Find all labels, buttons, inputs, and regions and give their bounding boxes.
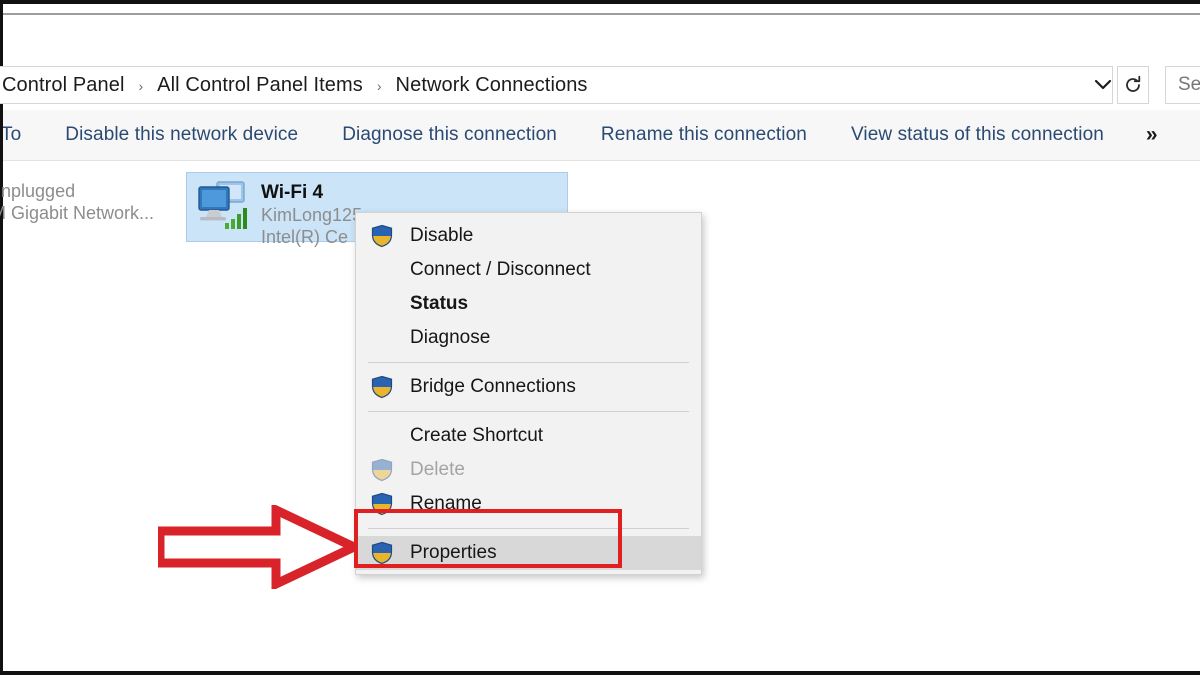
- toolbar-item-view-status-of-this-connection[interactable]: View status of this connection: [829, 124, 1126, 146]
- screenshot-root: Control Panel › All Control Panel Items …: [0, 0, 1200, 675]
- menu-separator: [368, 411, 689, 412]
- menu-item-status[interactable]: Status: [356, 287, 701, 321]
- toolbar-item-diagnose-this-connection[interactable]: Diagnose this connection: [320, 124, 579, 146]
- search-placeholder-text: Sea: [1178, 74, 1200, 96]
- context-menu: Disable Connect / Disconnect Status Diag…: [355, 212, 702, 575]
- menu-item-label: Disable: [410, 225, 473, 247]
- breadcrumb-item-network-connections[interactable]: Network Connections: [394, 74, 590, 97]
- menu-separator: [368, 528, 689, 529]
- toolbar-item-connect-to[interactable]: ct To: [3, 124, 43, 146]
- uac-shield-icon: [370, 458, 394, 482]
- menu-item-label: Diagnose: [410, 327, 490, 349]
- wireless-network-adapter-icon: [195, 179, 251, 231]
- breadcrumb-separator-icon: ›: [126, 78, 155, 94]
- breadcrumb-item-all-control-panel-items[interactable]: All Control Panel Items: [155, 74, 365, 97]
- chevron-down-icon[interactable]: [1090, 66, 1116, 104]
- menu-item-diagnose[interactable]: Diagnose: [356, 321, 701, 355]
- menu-item-label: Bridge Connections: [410, 376, 576, 398]
- menu-item-bridge-connections[interactable]: Bridge Connections: [356, 370, 701, 404]
- adapter-network-ssid: KimLong125: [261, 204, 362, 226]
- menu-item-disable[interactable]: Disable: [356, 219, 701, 253]
- uac-shield-icon: [370, 375, 394, 399]
- adapter-device: Intel(R) Ce: [261, 226, 362, 248]
- window-bottom-border: [0, 671, 1200, 675]
- menu-item-label: Create Shortcut: [410, 425, 543, 447]
- breadcrumb-separator-icon: ›: [365, 78, 394, 94]
- toolbar-overflow-button[interactable]: »: [1126, 123, 1178, 147]
- search-input[interactable]: Sea: [1165, 66, 1200, 104]
- adapter-status: unplugged: [0, 180, 154, 202]
- breadcrumb: Control Panel › All Control Panel Items …: [0, 74, 590, 97]
- menu-item-create-shortcut[interactable]: Create Shortcut: [356, 419, 701, 453]
- menu-item-delete: Delete: [356, 453, 701, 487]
- adapter-text-block: Wi-Fi 4 KimLong125 Intel(R) Ce: [261, 179, 362, 248]
- adapter-device: M Gigabit Network...: [0, 202, 154, 224]
- menu-item-properties[interactable]: Properties: [356, 536, 701, 570]
- menu-item-connect-disconnect[interactable]: Connect / Disconnect: [356, 253, 701, 287]
- window-chrome-divider: [3, 13, 1200, 15]
- list-item[interactable]: unplugged M Gigabit Network...: [0, 172, 187, 242]
- adapter-name: Wi-Fi 4: [261, 181, 362, 204]
- menu-item-rename[interactable]: Rename: [356, 487, 701, 521]
- menu-item-label: Connect / Disconnect: [410, 259, 591, 281]
- uac-shield-icon: [370, 492, 394, 516]
- refresh-icon[interactable]: [1117, 66, 1149, 104]
- breadcrumb-address-field[interactable]: Control Panel › All Control Panel Items …: [0, 66, 1113, 104]
- uac-shield-icon: [370, 224, 394, 248]
- menu-item-label: Properties: [410, 542, 497, 564]
- menu-item-label: Delete: [410, 459, 465, 481]
- window-chrome-gap: [3, 4, 1200, 13]
- menu-item-label: Status: [410, 293, 468, 315]
- menu-separator: [368, 362, 689, 363]
- adapter-text-block: unplugged M Gigabit Network...: [0, 178, 154, 224]
- toolbar-item-disable-this-network-device[interactable]: Disable this network device: [43, 124, 320, 146]
- toolbar-item-rename-this-connection[interactable]: Rename this connection: [579, 124, 829, 146]
- menu-item-label: Rename: [410, 493, 482, 515]
- uac-shield-icon: [370, 541, 394, 565]
- command-toolbar: ct To Disable this network device Diagno…: [3, 110, 1200, 161]
- breadcrumb-item-control-panel[interactable]: Control Panel: [0, 74, 126, 97]
